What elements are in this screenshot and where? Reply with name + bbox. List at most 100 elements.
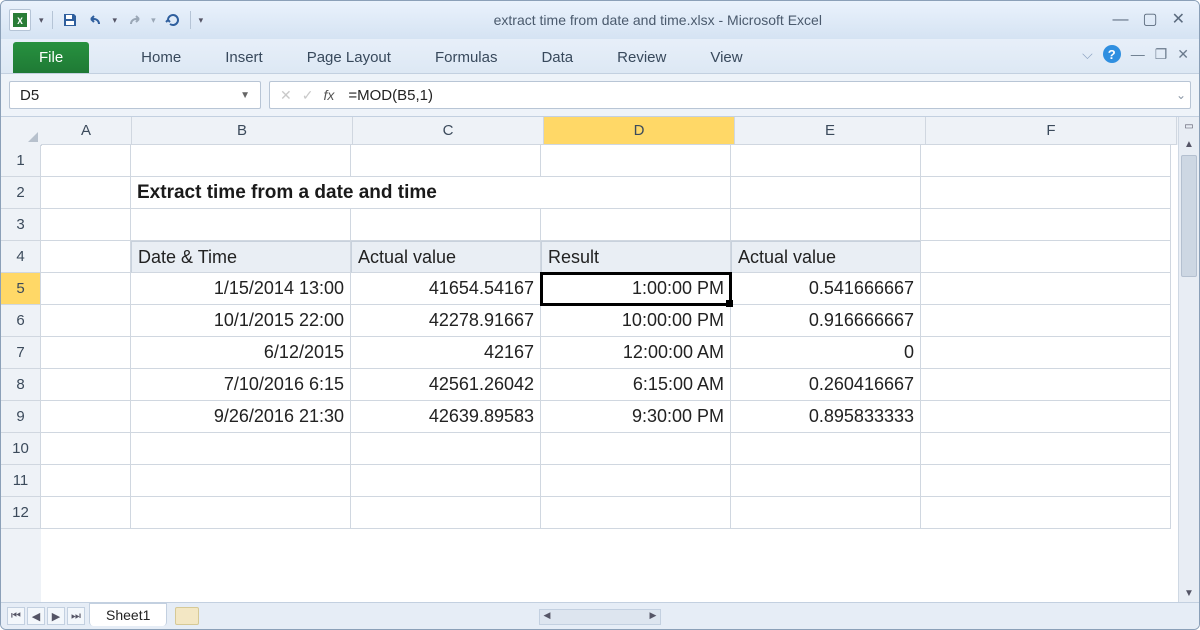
vertical-scrollbar[interactable]: ▭ ▲ ▼	[1178, 117, 1199, 602]
cell[interactable]	[921, 241, 1171, 273]
cell[interactable]	[921, 369, 1171, 401]
row-header-3[interactable]: 3	[1, 209, 41, 241]
workbook-minimize-icon[interactable]: —	[1131, 46, 1145, 62]
row-header-10[interactable]: 10	[1, 433, 41, 465]
cell[interactable]	[731, 465, 921, 497]
cell[interactable]	[921, 433, 1171, 465]
tab-formulas[interactable]: Formulas	[413, 43, 520, 73]
scroll-down-icon[interactable]: ▼	[1179, 584, 1199, 602]
workbook-restore-icon[interactable]: ❐	[1155, 46, 1168, 63]
horizontal-scrollbar[interactable]: ◀ ▶	[539, 609, 661, 625]
maximize-icon[interactable]: ▢	[1142, 12, 1157, 28]
sheet-nav-prev-icon[interactable]: ◀	[27, 607, 45, 625]
formula-input-area[interactable]: ✕ ✓ fx =MOD(B5,1) ⌄	[269, 81, 1191, 109]
row-header-1[interactable]: 1	[1, 145, 41, 177]
row-header-2[interactable]: 2	[1, 177, 41, 209]
col-header-B[interactable]: B	[132, 117, 353, 145]
cell[interactable]	[731, 145, 921, 177]
cell[interactable]	[921, 465, 1171, 497]
qat-dropdown-icon[interactable]: ▾	[39, 15, 44, 26]
cell[interactable]	[41, 433, 131, 465]
redo-icon[interactable]	[125, 11, 143, 29]
cell[interactable]: 9:30:00 PM	[541, 401, 731, 433]
row-header-12[interactable]: 12	[1, 497, 41, 529]
cell[interactable]	[921, 145, 1171, 177]
cell[interactable]	[541, 433, 731, 465]
cell[interactable]: 12:00:00 AM	[541, 337, 731, 369]
cell[interactable]: 0.260416667	[731, 369, 921, 401]
name-box[interactable]: D5 ▼	[9, 81, 261, 109]
cell[interactable]	[41, 145, 131, 177]
spreadsheet-grid[interactable]: ABCDEF 123456789101112 Extract time from…	[1, 117, 1199, 602]
hscroll-left-icon[interactable]: ◀	[540, 610, 554, 624]
cell[interactable]: Actual value	[731, 241, 921, 273]
row-header-7[interactable]: 7	[1, 337, 41, 369]
tab-view[interactable]: View	[688, 43, 764, 73]
col-header-C[interactable]: C	[353, 117, 544, 145]
sheet-nav-first-icon[interactable]: ⏮	[7, 607, 25, 625]
fx-icon[interactable]: fx	[323, 87, 334, 103]
select-all-corner[interactable]	[1, 117, 42, 146]
redo-dropdown-icon[interactable]: ▾	[151, 15, 156, 26]
scroll-track[interactable]	[1179, 153, 1199, 584]
cell[interactable]	[921, 497, 1171, 529]
minimize-icon[interactable]: —	[1112, 12, 1128, 28]
cell[interactable]: 0.916666667	[731, 305, 921, 337]
scroll-split-icon[interactable]: ▭	[1179, 117, 1199, 135]
cell[interactable]	[921, 177, 1171, 209]
col-header-D[interactable]: D	[544, 117, 735, 145]
tab-data[interactable]: Data	[519, 43, 595, 73]
new-sheet-icon[interactable]	[175, 607, 199, 625]
scroll-thumb[interactable]	[1181, 155, 1197, 277]
cell[interactable]: 1/15/2014 13:00	[131, 273, 351, 305]
cell[interactable]: 7/10/2016 6:15	[131, 369, 351, 401]
hscroll-right-icon[interactable]: ▶	[646, 610, 660, 624]
cell[interactable]: 6:15:00 AM	[541, 369, 731, 401]
cell[interactable]	[921, 209, 1171, 241]
cell[interactable]	[41, 465, 131, 497]
col-header-E[interactable]: E	[735, 117, 926, 145]
help-icon[interactable]: ?	[1103, 45, 1121, 63]
cell[interactable]	[351, 433, 541, 465]
tab-review[interactable]: Review	[595, 43, 688, 73]
cell[interactable]	[921, 401, 1171, 433]
cell[interactable]	[731, 497, 921, 529]
close-icon[interactable]: ✕	[1172, 12, 1185, 28]
cell[interactable]: Result	[541, 241, 731, 273]
cell[interactable]	[131, 465, 351, 497]
cell[interactable]	[41, 497, 131, 529]
cell[interactable]: 6/12/2015	[131, 337, 351, 369]
sheet-nav-last-icon[interactable]: ⏭	[67, 607, 85, 625]
cell[interactable]: 0.895833333	[731, 401, 921, 433]
refresh-icon[interactable]	[164, 11, 182, 29]
cell[interactable]	[351, 497, 541, 529]
cell[interactable]	[131, 497, 351, 529]
cell[interactable]	[541, 145, 731, 177]
cell[interactable]	[921, 305, 1171, 337]
customize-qat-icon[interactable]: ▾	[199, 15, 204, 26]
workbook-close-icon[interactable]: ✕	[1177, 46, 1189, 63]
sheet-nav-next-icon[interactable]: ▶	[47, 607, 65, 625]
tab-home[interactable]: Home	[119, 43, 203, 73]
heading-cell[interactable]: Extract time from a date and time	[131, 177, 731, 209]
cell[interactable]: 10/1/2015 22:00	[131, 305, 351, 337]
row-header-8[interactable]: 8	[1, 369, 41, 401]
cell[interactable]: 42167	[351, 337, 541, 369]
cell[interactable]	[41, 241, 131, 273]
cell[interactable]	[731, 433, 921, 465]
cell[interactable]	[731, 209, 921, 241]
cell[interactable]: 42639.89583	[351, 401, 541, 433]
cell[interactable]: 1:00:00 PM	[541, 273, 731, 305]
cell[interactable]	[41, 305, 131, 337]
cell[interactable]	[41, 177, 131, 209]
ribbon-minimize-icon[interactable]: ⌵	[1082, 46, 1093, 63]
cell[interactable]	[351, 465, 541, 497]
scroll-up-icon[interactable]: ▲	[1179, 135, 1199, 153]
cell[interactable]	[41, 209, 131, 241]
row-header-9[interactable]: 9	[1, 401, 41, 433]
tab-file[interactable]: File	[13, 42, 89, 73]
accept-formula-icon[interactable]: ✓	[302, 87, 314, 104]
row-header-5[interactable]: 5	[1, 273, 41, 305]
cell[interactable]	[131, 145, 351, 177]
name-box-dropdown-icon[interactable]: ▼	[240, 90, 250, 101]
